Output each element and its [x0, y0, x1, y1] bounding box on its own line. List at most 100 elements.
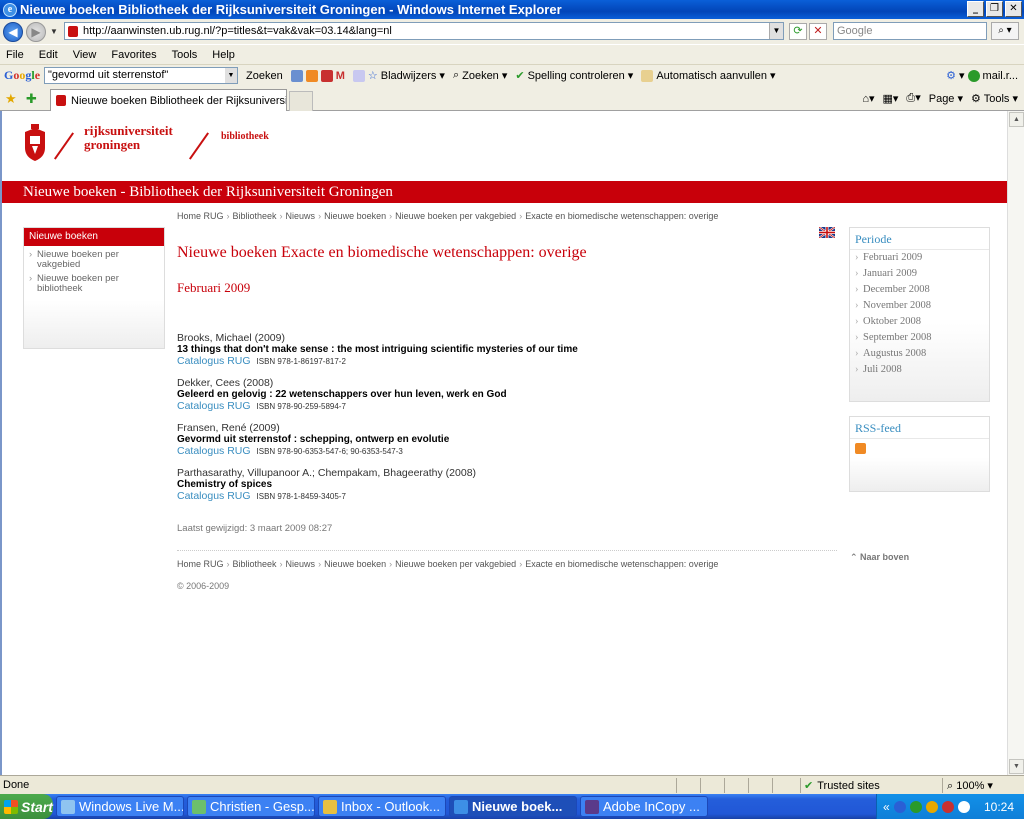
periode-item[interactable]: December 2008: [850, 282, 989, 298]
feeds-icon[interactable]: ▦▾: [882, 92, 898, 105]
new-tab-button[interactable]: [289, 91, 313, 111]
spelling-button[interactable]: ✔ Spelling controleren ▾: [515, 69, 633, 83]
periode-item[interactable]: Juli 2008: [850, 362, 989, 378]
rss-icon[interactable]: [855, 443, 866, 454]
search-icon[interactable]: ⌕ ▾: [991, 22, 1019, 40]
periode-item[interactable]: Oktober 2008: [850, 314, 989, 330]
news-icon[interactable]: [290, 69, 303, 82]
menu-tools[interactable]: Tools: [172, 49, 198, 61]
breadcrumb-item[interactable]: Bibliotheek: [233, 211, 277, 221]
settings-icon[interactable]: ⚙: [946, 69, 956, 82]
catalog-link[interactable]: Catalogus RUG: [177, 355, 251, 367]
windows-logo-icon: [4, 799, 18, 814]
google-search-input[interactable]: "gevormd uit sterrenstof" ▼: [44, 67, 239, 84]
tools-menu[interactable]: ⚙ Tools ▾: [971, 92, 1018, 105]
magnifier-icon: ⌕: [452, 69, 460, 81]
security-icon[interactable]: [925, 800, 938, 813]
zoom-control[interactable]: ⌕ 100% ▾: [947, 779, 993, 793]
catalog-link[interactable]: Catalogus RUG: [177, 445, 251, 457]
scroll-up-icon[interactable]: ▲: [1009, 112, 1024, 127]
home-icon[interactable]: ⌂▾: [862, 92, 874, 105]
breadcrumb-item[interactable]: Nieuws: [286, 559, 316, 569]
back-to-top-link[interactable]: ⌃ Naar boven: [850, 552, 909, 563]
breadcrumb-item[interactable]: Exacte en biomedische wetenschappen: ove…: [525, 211, 718, 221]
periode-item[interactable]: Februari 2009: [850, 250, 989, 266]
minimize-button[interactable]: _: [967, 1, 984, 17]
breadcrumb-item[interactable]: Nieuwe boeken per vakgebied: [395, 211, 516, 221]
close-button[interactable]: ✕: [1005, 1, 1022, 17]
refresh-icon[interactable]: ⟳: [789, 23, 807, 40]
back-button[interactable]: ◀: [3, 21, 23, 42]
volume-icon[interactable]: [957, 800, 970, 813]
periode-item[interactable]: September 2008: [850, 330, 989, 346]
gmail-icon[interactable]: M: [336, 70, 345, 82]
periode-item[interactable]: Augustus 2008: [850, 346, 989, 362]
breadcrumb-item[interactable]: Home RUG: [177, 211, 224, 221]
print-icon[interactable]: ⎙▾: [906, 91, 920, 105]
book-isbn: ISBN 978-90-6353-547-6; 90-6353-547-3: [256, 447, 403, 456]
search-input[interactable]: Google: [833, 22, 987, 40]
chevron-down-icon[interactable]: ▼: [225, 68, 238, 83]
add-favorite-icon[interactable]: ✚: [26, 91, 37, 107]
task-ie[interactable]: Nieuwe boek...: [449, 796, 577, 817]
last-modified: Laatst gewijzigd: 3 maart 2009 08:27: [177, 523, 333, 534]
address-row: ◀ ▶ ▼ http://aanwinsten.ub.rug.nl/?p=tit…: [0, 19, 1024, 44]
maximize-button[interactable]: ❐: [986, 1, 1003, 17]
breadcrumb-item[interactable]: Home RUG: [177, 559, 224, 569]
clock: 10:24: [983, 799, 1014, 814]
menu-help[interactable]: Help: [212, 49, 235, 61]
page-menu[interactable]: Page ▾: [929, 92, 963, 105]
popup-blocker-icon[interactable]: [320, 69, 333, 82]
menu-favorites[interactable]: Favorites: [111, 49, 156, 61]
task-outlook[interactable]: Inbox - Outlook...: [318, 796, 446, 817]
breadcrumb-item[interactable]: Nieuwe boeken per vakgebied: [395, 559, 516, 569]
page-title: Nieuwe boeken Exacte en biomedische wete…: [177, 244, 587, 261]
address-bar[interactable]: http://aanwinsten.ub.rug.nl/?p=titles&t=…: [64, 22, 784, 40]
forward-button[interactable]: ▶: [26, 21, 46, 42]
stop-icon[interactable]: ✕: [809, 23, 827, 40]
antivirus-icon[interactable]: [941, 800, 954, 813]
zoeken-button[interactable]: ⌕ Zoeken ▾: [453, 69, 507, 82]
tab-current[interactable]: Nieuwe boeken Bibliotheek der Rijksunive…: [50, 89, 287, 111]
history-dropdown-icon[interactable]: ▼: [50, 27, 58, 36]
address-dropdown-icon[interactable]: ▼: [769, 23, 783, 39]
rug-logo[interactable]: rijksuniversiteit groningen: [22, 124, 209, 162]
periode-item[interactable]: Januari 2009: [850, 266, 989, 282]
menu-file[interactable]: File: [6, 49, 24, 61]
start-button[interactable]: Start: [0, 794, 53, 819]
favorites-star-icon[interactable]: ★: [5, 91, 17, 107]
left-nav-header[interactable]: Nieuwe boeken: [24, 228, 164, 246]
messenger-tray-icon[interactable]: [909, 800, 922, 813]
breadcrumb-item[interactable]: Nieuwe boeken: [324, 211, 386, 221]
task-christien[interactable]: Christien - Gesp...: [187, 796, 315, 817]
catalog-link[interactable]: Catalogus RUG: [177, 490, 251, 502]
google-search-button[interactable]: Zoeken: [246, 70, 283, 82]
english-flag-icon[interactable]: [819, 227, 835, 238]
blogger-icon[interactable]: [305, 69, 318, 82]
menu-view[interactable]: View: [73, 49, 97, 61]
tray-expand-icon[interactable]: «: [883, 800, 890, 814]
catalog-link[interactable]: Catalogus RUG: [177, 400, 251, 412]
network-icon[interactable]: [893, 800, 906, 813]
left-nav-item[interactable]: Nieuwe boeken per bibliotheek: [24, 274, 164, 294]
breadcrumb-item[interactable]: Nieuws: [286, 211, 316, 221]
bladwijzers-button[interactable]: ☆ Bladwijzers ▾: [352, 69, 445, 82]
task-incopy[interactable]: Adobe InCopy ...: [580, 796, 708, 817]
logo-line-2: groningen: [84, 137, 141, 152]
mail-link[interactable]: mail.r...: [983, 70, 1018, 82]
left-nav-item[interactable]: Nieuwe boeken per vakgebied: [24, 250, 164, 270]
star-icon: ☆: [367, 70, 378, 82]
month-heading: Februari 2009: [177, 280, 251, 295]
menu-edit[interactable]: Edit: [39, 49, 58, 61]
window-titlebar[interactable]: e Nieuwe boeken Bibliotheek der Rijksuni…: [0, 0, 1024, 19]
book-title: Gevormd uit sterrenstof : schepping, ont…: [177, 434, 450, 445]
breadcrumb-item[interactable]: Nieuwe boeken: [324, 559, 386, 569]
vertical-scrollbar[interactable]: ▲ ▼: [1007, 111, 1024, 775]
breadcrumb-item[interactable]: Bibliotheek: [233, 559, 277, 569]
security-zone[interactable]: ✔ Trusted sites: [804, 779, 880, 793]
autofill-button[interactable]: Automatisch aanvullen ▾: [641, 69, 776, 82]
task-windows-live[interactable]: Windows Live M...: [56, 796, 184, 817]
scroll-down-icon[interactable]: ▼: [1009, 759, 1024, 774]
breadcrumb-item[interactable]: Exacte en biomedische wetenschappen: ove…: [525, 559, 718, 569]
periode-item[interactable]: November 2008: [850, 298, 989, 314]
